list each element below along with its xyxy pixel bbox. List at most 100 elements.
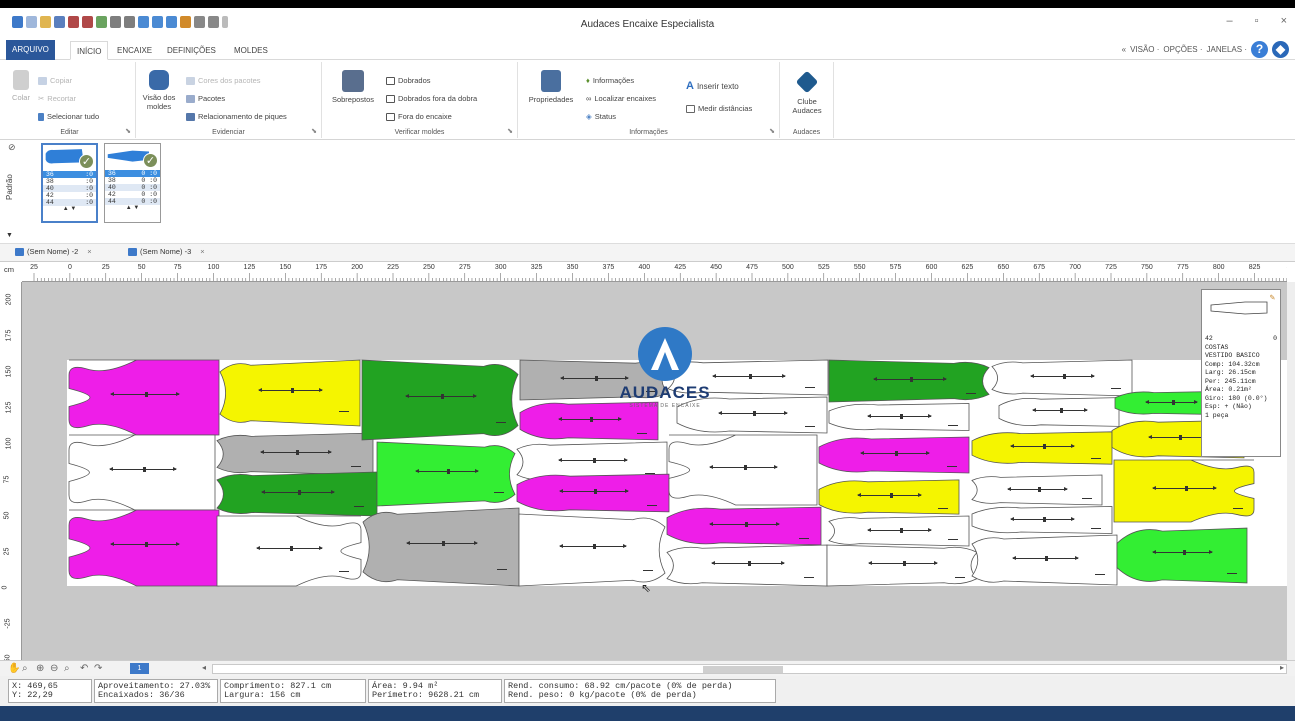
marker-piece[interactable] <box>829 360 989 402</box>
selecionar-tudo-button[interactable]: Selecionar tudo <box>38 112 99 121</box>
pattern-nav-arrows[interactable]: ▲ ▼ <box>105 205 160 211</box>
ruler-tick-label: 125 <box>5 401 13 414</box>
status-dimensions: Comprimento: 827.1 cm Largura: 156 cm <box>220 679 366 703</box>
marker-piece[interactable] <box>1117 525 1247 586</box>
marker-piece[interactable] <box>972 475 1102 505</box>
copiar-button[interactable]: Copiar <box>38 76 72 85</box>
pattern-card[interactable]: ✓ 36 0 :0 38 0 :0 40 0 :0 42 0 :0 44 0 :0 ▲ ▼ <box>104 143 161 223</box>
marker-piece[interactable] <box>992 360 1132 396</box>
localizar-encaixes-button[interactable]: ∞ Localizar encaixes <box>586 94 656 103</box>
dialog-launcher-icon[interactable]: ⬊ <box>769 127 775 135</box>
tab-inicio[interactable]: INÍCIO <box>70 41 109 60</box>
janelas-menu[interactable]: JANELAS · <box>1207 45 1247 54</box>
marker-piece[interactable] <box>220 360 360 426</box>
marker-piece[interactable] <box>667 505 821 547</box>
relacionamento-piques-button[interactable]: Relacionamento de piques <box>186 112 287 121</box>
marker-piece[interactable] <box>519 514 665 586</box>
help-icon[interactable]: ? <box>1251 41 1268 58</box>
marker-piece[interactable] <box>377 442 515 506</box>
watermark-tagline: SISTEMA DE ENCAIXE <box>629 403 701 409</box>
sobrepostos-button[interactable]: Sobrepostos <box>328 70 378 104</box>
pan-hand-icon[interactable]: ✋ <box>8 663 20 674</box>
collapse-arrow-icon[interactable]: ▼ <box>6 232 13 239</box>
marker-piece[interactable] <box>972 505 1112 535</box>
status-button[interactable]: ◈ Status <box>586 112 616 121</box>
marker-piece[interactable] <box>69 435 215 510</box>
visao-moldes-button[interactable]: Visão dos moldes <box>139 70 179 111</box>
marker-piece[interactable] <box>829 516 969 546</box>
recortar-button[interactable]: ✂ Recortar <box>38 94 76 103</box>
scroll-left-icon[interactable]: ◂ <box>202 663 206 672</box>
cores-pacotes-button[interactable]: Cores dos pacotes <box>186 76 261 85</box>
outside-marker-icon <box>386 112 395 121</box>
close-tab-icon[interactable]: × <box>87 247 91 256</box>
zoom-out-icon[interactable]: ⊖ <box>50 663 58 674</box>
doc-tab-sem-nome-3[interactable]: (Sem Nome) -3 × <box>128 247 205 256</box>
marker-piece[interactable] <box>827 545 977 586</box>
marker-piece[interactable] <box>517 472 669 514</box>
close-tab-icon[interactable]: × <box>200 247 204 256</box>
marker-canvas[interactable]: AUDACES SISTEMA DE ENCAIXE ✎ 42 0 COSTAS … <box>22 282 1287 660</box>
marker-piece[interactable] <box>362 360 518 440</box>
inserir-texto-button[interactable]: A Inserir texto <box>686 80 739 92</box>
tab-encaixe[interactable]: ENCAIXE <box>111 41 158 60</box>
marker-piece[interactable] <box>217 433 373 475</box>
vertical-scrollbar[interactable] <box>1287 282 1295 660</box>
tab-definicoes[interactable]: DEFINIÇÕES <box>161 41 222 60</box>
zoom-in-icon[interactable]: ⊕ <box>36 663 44 674</box>
propriedades-button[interactable]: Propriedades <box>522 70 580 104</box>
dobrados-fora-button[interactable]: Dobrados fora da dobra <box>386 94 477 103</box>
marker-piece[interactable] <box>972 430 1112 466</box>
marker-piece[interactable] <box>217 472 377 516</box>
dialog-launcher-icon[interactable]: ⬊ <box>311 127 317 135</box>
pacotes-button[interactable]: Pacotes <box>186 94 225 103</box>
close-button[interactable]: × <box>1281 15 1287 27</box>
marker-piece[interactable] <box>999 396 1119 428</box>
grain-line <box>1007 486 1068 492</box>
marker-piece[interactable] <box>829 402 969 432</box>
opcoes-menu[interactable]: OPÇÕES · <box>1163 45 1202 54</box>
visao-menu[interactable]: VISÃO · <box>1130 45 1159 54</box>
dialog-launcher-icon[interactable]: ⬊ <box>125 127 131 135</box>
marker-piece[interactable] <box>972 535 1117 585</box>
pin-icon[interactable]: ✎ <box>1270 294 1275 303</box>
marker-piece[interactable] <box>819 478 959 516</box>
marker-piece[interactable] <box>669 435 817 505</box>
minimize-button[interactable]: – <box>1227 15 1233 27</box>
window-title: Audaces Encaixe Especialista <box>580 19 715 30</box>
info-size-row: 42 0 <box>1205 335 1277 342</box>
fora-encaixe-button[interactable]: Fora do encaixe <box>386 112 452 121</box>
notch-mark <box>966 392 977 394</box>
scrollbar-thumb[interactable] <box>703 666 783 673</box>
maximize-button[interactable]: ▫ <box>1255 15 1259 27</box>
marker-piece[interactable] <box>667 545 827 586</box>
zoom-previous-icon[interactable]: ↶ <box>80 663 88 674</box>
pattern-nav-arrows[interactable]: ▲ ▼ <box>43 206 96 212</box>
audaces-online-icon[interactable]: ◆ <box>1272 41 1289 58</box>
zoom-window-icon[interactable]: ⌕ <box>64 663 70 674</box>
pattern-thumbnail: ✓ <box>43 145 96 171</box>
tab-arquivo[interactable]: ARQUIVO <box>6 40 55 60</box>
marker-piece[interactable] <box>819 435 969 475</box>
clube-audaces-button[interactable]: Clube Audaces <box>786 70 828 115</box>
marker-piece[interactable] <box>363 508 519 586</box>
dobrados-button[interactable]: Dobrados <box>386 76 431 85</box>
doc-tab-sem-nome-2[interactable]: (Sem Nome) -2 × <box>15 247 92 256</box>
grain-line <box>1152 550 1213 556</box>
marker-piece[interactable] <box>217 516 361 586</box>
marker-piece[interactable] <box>69 510 219 586</box>
horizontal-scrollbar[interactable] <box>212 664 1287 674</box>
zoom-next-icon[interactable]: ↷ <box>94 663 102 674</box>
zoom-icon[interactable]: ⌕ <box>22 663 28 674</box>
marker-piece[interactable] <box>1114 460 1254 522</box>
colar-button[interactable]: Colar <box>8 70 34 102</box>
tab-moldes[interactable]: MOLDES <box>228 41 274 60</box>
marker-piece[interactable] <box>69 360 219 435</box>
dialog-launcher-icon[interactable]: ⬊ <box>507 127 513 135</box>
pattern-card[interactable]: ✓ 36:0 38:0 40:0 42:0 44:0 ▲ ▼ <box>41 143 98 223</box>
scroll-right-icon[interactable]: ▸ <box>1280 663 1284 672</box>
pin-icon[interactable]: ⊘ <box>8 142 16 153</box>
medir-distancias-button[interactable]: Medir distâncias <box>686 104 752 113</box>
page-indicator[interactable]: 1 <box>130 663 149 674</box>
informacoes-button[interactable]: ♦ Informações <box>586 76 634 85</box>
